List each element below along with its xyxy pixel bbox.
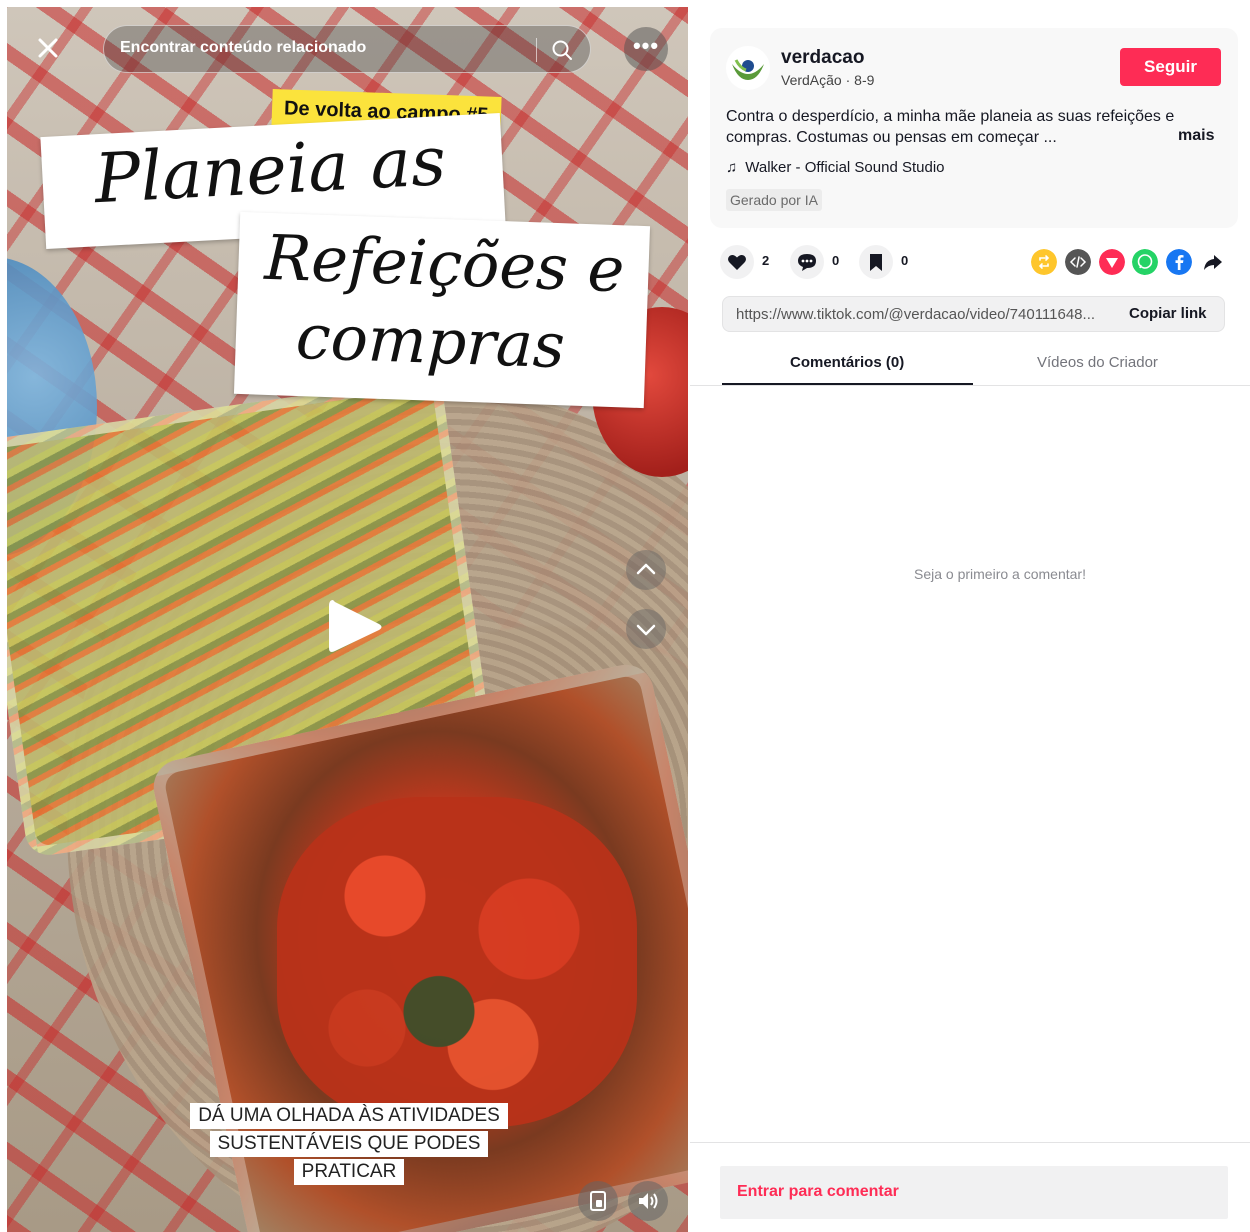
author-username[interactable]: verdacao: [781, 47, 864, 69]
comment-count: 0: [832, 253, 840, 268]
close-icon: [38, 38, 58, 58]
login-to-comment-link[interactable]: Entrar para comentar: [737, 1183, 899, 1201]
chevron-up-icon: [636, 563, 656, 575]
video-title-line-2: Refeições e: [263, 220, 626, 307]
video-link-url[interactable]: https://www.tiktok.com/@verdacao/video/7…: [736, 306, 1111, 323]
chevron-down-icon: [636, 624, 656, 636]
video-caption-line: DÁ UMA OLHADA ÀS ATIVIDADES: [190, 1103, 508, 1129]
video-link-box: https://www.tiktok.com/@verdacao/video/7…: [722, 296, 1225, 332]
video-info-card: verdacao VerdAção · 8-9 Seguir Contra o …: [710, 28, 1238, 228]
volume-button[interactable]: [628, 1181, 668, 1221]
music-title: Walker - Official Sound Studio: [745, 159, 945, 176]
active-tab-indicator: [722, 383, 973, 385]
follow-button[interactable]: Seguir: [1120, 48, 1221, 86]
bookmark-icon: [859, 245, 893, 279]
play-icon[interactable]: [319, 592, 389, 662]
facebook-icon[interactable]: [1166, 249, 1192, 275]
description-more-link[interactable]: mais: [1178, 127, 1214, 145]
whatsapp-icon[interactable]: [1132, 249, 1158, 275]
like-count: 2: [762, 253, 770, 268]
volume-icon: [639, 1193, 658, 1209]
search-input[interactable]: Encontrar conteúdo relacionado: [120, 39, 366, 57]
comment-icon: [790, 245, 824, 279]
miniplayer-icon: [590, 1191, 606, 1211]
save-count: 0: [901, 253, 909, 268]
video-caption: DÁ UMA OLHADA ÀS ATIVIDADES SUSTENTÁVEIS…: [179, 1103, 519, 1187]
bottom-divider: [690, 1142, 1250, 1143]
video-frame-peppers: [277, 797, 637, 1127]
share-arrow-icon[interactable]: [1200, 249, 1226, 275]
video-caption-line: SUSTENTÁVEIS QUE PODES: [209, 1131, 489, 1157]
search-icon[interactable]: [550, 38, 574, 62]
music-note-icon: ♫: [726, 159, 738, 176]
related-search-bar[interactable]: Encontrar conteúdo relacionado: [103, 25, 591, 73]
embed-icon[interactable]: [1065, 249, 1091, 275]
close-button[interactable]: [29, 29, 67, 67]
video-player[interactable]: Encontrar conteúdo relacionado ••• De vo…: [7, 7, 688, 1232]
video-title-line-3: compras: [294, 299, 567, 383]
video-title-line-1: Planeia as: [92, 121, 448, 220]
tab-comments[interactable]: Comentários (0): [790, 354, 904, 371]
video-caption-line: PRATICAR: [293, 1159, 405, 1185]
video-title-card-2: Refeições e compras: [233, 211, 651, 409]
send-icon[interactable]: [1099, 249, 1125, 275]
repost-icon[interactable]: [1031, 249, 1057, 275]
more-options-button[interactable]: •••: [624, 27, 668, 71]
ai-generated-badge: Gerado por IA: [726, 189, 822, 211]
heart-icon: [720, 245, 754, 279]
search-divider: [536, 38, 537, 62]
verdacao-logo-icon: [732, 59, 764, 80]
previous-video-button[interactable]: [626, 550, 666, 590]
next-video-button[interactable]: [626, 609, 666, 649]
comments-tabs: Comentários (0) Vídeos do Criador: [690, 344, 1250, 386]
comment-login-bar[interactable]: Entrar para comentar: [720, 1166, 1228, 1219]
tab-creator-videos[interactable]: Vídeos do Criador: [1037, 354, 1158, 371]
author-nickname-date: VerdAção · 8-9: [781, 72, 875, 88]
video-description: Contra o desperdício, a minha mãe planei…: [726, 108, 1175, 146]
avatar[interactable]: [726, 46, 770, 90]
action-bar: 2 0 0: [720, 243, 1240, 281]
copy-link-button[interactable]: Copiar link: [1129, 305, 1207, 322]
miniplayer-button[interactable]: [578, 1181, 618, 1221]
music-link[interactable]: ♫ Walker - Official Sound Studio: [726, 159, 945, 176]
empty-comments-message: Seja o primeiro a comentar!: [914, 566, 1086, 582]
